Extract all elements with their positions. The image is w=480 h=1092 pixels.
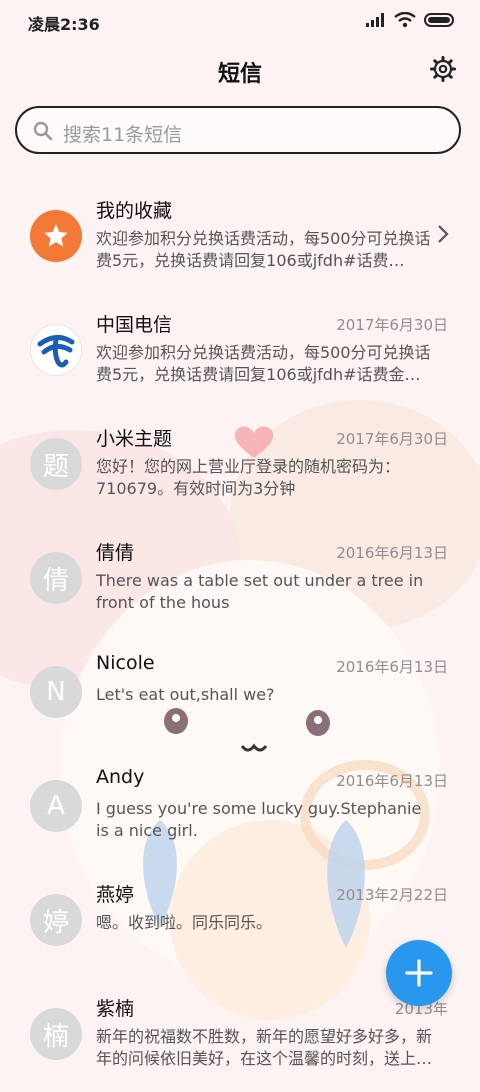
message-preview: Let's eat out,shall we? [96, 685, 275, 704]
conversation-favorites[interactable]: 我的收藏 欢迎参加积分兑换话费活动，每500分可兑换话费5元，兑换话费请回复10… [0, 180, 480, 294]
avatar [30, 324, 82, 376]
new-message-button[interactable] [386, 940, 452, 1006]
app-header: 短信 [0, 42, 480, 100]
conversation-xiaomi-theme[interactable]: 题 小米主题 2017年6月30日 您好！您的网上营业厅登录的随机密码为：710… [0, 408, 480, 522]
china-telecom-logo [37, 335, 75, 368]
conversation-qianqian[interactable]: 倩 倩倩 2016年6月13日 There was a table set ou… [0, 522, 480, 636]
message-preview: I guess you're some lucky guy.Stephanie … [96, 799, 422, 840]
avatar: 题 [30, 438, 82, 490]
contact-name: 小米主题 [96, 428, 173, 450]
contact-name: 燕婷 [96, 884, 135, 906]
message-preview: 新年的祝福数不胜数，新年的愿望好多好多，新年的问候依旧美好，在这个温馨的时刻，送… [96, 1027, 433, 1068]
avatar: 倩 [30, 552, 82, 604]
message-date: 2013年2月22日 [336, 886, 448, 904]
search-placeholder: 搜索11条短信 [63, 124, 183, 146]
contact-name: 倩倩 [96, 542, 135, 564]
star-icon [44, 224, 68, 247]
conversation-andy[interactable]: A Andy 2016年6月13日 I guess you're some lu… [0, 750, 480, 864]
message-preview: There was a table set out under a tree i… [96, 571, 424, 612]
message-date: 2016年6月13日 [336, 544, 448, 562]
message-preview: 嗯。收到啦。同乐同乐。 [96, 913, 273, 932]
avatar: 婷 [30, 894, 82, 946]
status-time: 凌晨2:36 [28, 15, 100, 34]
avatar: 楠 [30, 1008, 82, 1060]
message-date: 2017年6月30日 [336, 430, 448, 448]
conversation-china-telecom[interactable]: 中国电信 2017年6月30日 欢迎参加积分兑换话费活动，每500分可兑换话费5… [0, 294, 480, 408]
search-bar[interactable]: 搜索11条短信 [15, 106, 461, 154]
wifi-icon [394, 12, 416, 28]
conversation-nicole[interactable]: N Nicole 2016年6月13日 Let's eat out,shall … [0, 636, 480, 750]
avatar [30, 210, 82, 262]
status-bar: 凌晨2:36 [0, 0, 480, 42]
avatar: N [30, 666, 82, 718]
message-preview: 欢迎参加积分兑换话费活动，每500分可兑换话费5元，兑换话费请回复106或jfd… [96, 229, 431, 270]
avatar: A [30, 780, 82, 832]
contact-name: 我的收藏 [96, 200, 173, 222]
contact-name: Nicole [96, 652, 155, 674]
message-date: 2016年6月13日 [336, 658, 448, 676]
search-icon [33, 121, 53, 141]
message-date: 2016年6月13日 [336, 772, 448, 790]
contact-name: 紫楠 [96, 998, 135, 1020]
message-preview: 欢迎参加积分兑换话费活动，每500分可兑换话费5元，兑换话费请回复106或jfd… [96, 343, 431, 384]
settings-gear-icon[interactable] [430, 56, 456, 82]
plus-icon [405, 959, 433, 987]
contact-name: Andy [96, 766, 145, 788]
signal-icon [366, 13, 384, 27]
page-title: 短信 [217, 62, 262, 87]
message-preview: 您好！您的网上营业厅登录的随机密码为：710679。有效时间为3分钟 [96, 457, 401, 498]
contact-name: 中国电信 [96, 314, 173, 336]
chevron-right-icon [438, 225, 449, 243]
battery-icon [424, 13, 454, 27]
message-date: 2017年6月30日 [336, 316, 448, 334]
